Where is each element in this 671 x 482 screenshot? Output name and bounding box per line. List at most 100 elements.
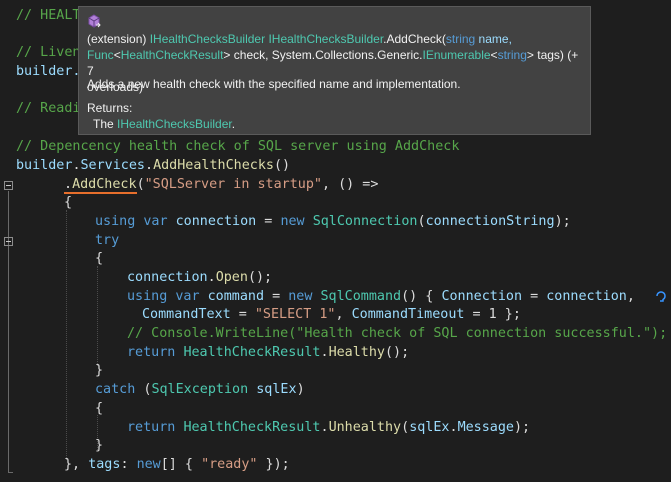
token: new [136, 457, 161, 472]
token: connection [175, 214, 257, 229]
tooltip-returns-label: Returns: [87, 101, 133, 115]
code-line-21: } [95, 438, 104, 453]
returns-part: IHealthChecksBuilder [117, 117, 232, 131]
token: sqlEx [256, 382, 297, 397]
code-line-20: return HealthCheckResult.Unhealthy(sqlEx… [127, 418, 530, 437]
sig-part: .AddCheck( [383, 32, 446, 46]
fold-line-try [8, 247, 9, 472]
token: "SQLServer in startup" [144, 177, 322, 192]
token: Healthy [328, 345, 385, 360]
token: = [264, 289, 289, 304]
fold-end-tick [8, 472, 13, 473]
code-line-16: return HealthCheckResult.Healthy(); [127, 343, 409, 362]
token: new [288, 289, 313, 304]
squiggle-addcheck[interactable]: .AddCheck [64, 177, 137, 194]
sig-part: string [445, 32, 476, 46]
token: : [120, 457, 137, 472]
fold-toggle-addcheck[interactable] [4, 181, 13, 190]
token: SqlConnection [312, 214, 418, 229]
token: SqlException [151, 382, 249, 397]
tooltip-returns: The IHealthChecksBuilder. [93, 117, 235, 131]
token: tags [88, 457, 121, 472]
sig-part: (extension) [87, 32, 150, 46]
token: . [320, 420, 329, 435]
sig-part: IHealthChecksBuilder [149, 32, 266, 46]
fold-toggle-try[interactable] [4, 237, 13, 246]
token: builder [16, 158, 73, 173]
returns-part: The [93, 117, 118, 131]
token: , () => [322, 177, 379, 192]
addcheck-method[interactable]: AddCheck [72, 177, 137, 192]
token: Connection [441, 289, 523, 304]
code-line-7: .AddCheck("SQLServer in startup", () => [64, 175, 378, 194]
token: (); [385, 345, 410, 360]
token: , [335, 307, 352, 322]
code-line-5: // Depencency health check of SQL server… [16, 139, 460, 154]
token: using [127, 289, 168, 304]
quick-action-icon[interactable] [654, 289, 668, 303]
token: new [280, 214, 305, 229]
code-line-11: { [95, 251, 104, 266]
token: connection [127, 270, 208, 285]
code-line-4: // Readi [16, 101, 81, 116]
token: = [230, 307, 255, 322]
token: , [626, 289, 635, 304]
token: ) [296, 382, 305, 397]
token: ( [136, 177, 145, 192]
indent-guide [97, 266, 98, 366]
indent-guide [66, 210, 67, 460]
token: }, [64, 457, 89, 472]
token: SqlCommand [320, 289, 402, 304]
token: ( [401, 420, 410, 435]
code-line-19: { [95, 401, 104, 416]
quick-info-tooltip: (extension) IHealthChecksBuilder IHealth… [78, 6, 591, 135]
token: . [72, 158, 81, 173]
token: }); [257, 457, 290, 472]
sig-part: IEnumerable [422, 48, 491, 62]
code-line-3: builder. [16, 64, 81, 79]
token: Unhealthy [328, 420, 402, 435]
code-line-18: catch (SqlException sqlEx) [95, 380, 305, 399]
sig-part: name, [475, 32, 512, 46]
token: = [522, 289, 547, 304]
token: = 1 }; [464, 307, 521, 322]
token: sqlEx [409, 420, 450, 435]
code-line-12: connection.Open(); [127, 268, 272, 287]
code-line-9: using var connection = new SqlConnection… [95, 212, 571, 231]
token: (); [247, 270, 273, 285]
token: command [207, 289, 265, 304]
token: . [320, 345, 329, 360]
token: ); [514, 420, 531, 435]
token: ( [135, 382, 152, 397]
token: [] { [160, 457, 202, 472]
code-line-1: // HEALT [16, 8, 81, 23]
token: . [145, 158, 154, 173]
token: connection [546, 289, 627, 304]
sig-part: IHealthChecksBuilder [268, 32, 384, 46]
sig-part: Func [87, 48, 114, 62]
token: = [256, 214, 281, 229]
token: catch [95, 382, 136, 397]
sig-part: HealthCheckResult [120, 48, 224, 62]
token: "SELECT 1" [254, 307, 336, 322]
code-line-13: using var command = new SqlCommand() { C… [127, 287, 635, 306]
code-line-17: } [95, 363, 104, 378]
token: connectionString [425, 214, 555, 229]
extension-method-icon [88, 14, 101, 28]
sig-part: > check, System.Collections.Generic. [223, 48, 423, 62]
code-line-8: { [64, 195, 73, 210]
token: () [274, 158, 291, 173]
code-line-22: }, tags: new[] { "ready" }); [64, 455, 290, 474]
token: ( [417, 214, 426, 229]
token: Services [80, 158, 146, 173]
token: AddHealthChecks [153, 158, 274, 173]
code-line-14: CommandText = "SELECT 1", CommandTimeout… [142, 305, 521, 324]
token: () { [401, 289, 442, 304]
token: HealthCheckResult [183, 345, 321, 360]
token: CommandTimeout [351, 307, 465, 322]
code-line-6: builder.Services.AddHealthChecks() [16, 156, 290, 175]
